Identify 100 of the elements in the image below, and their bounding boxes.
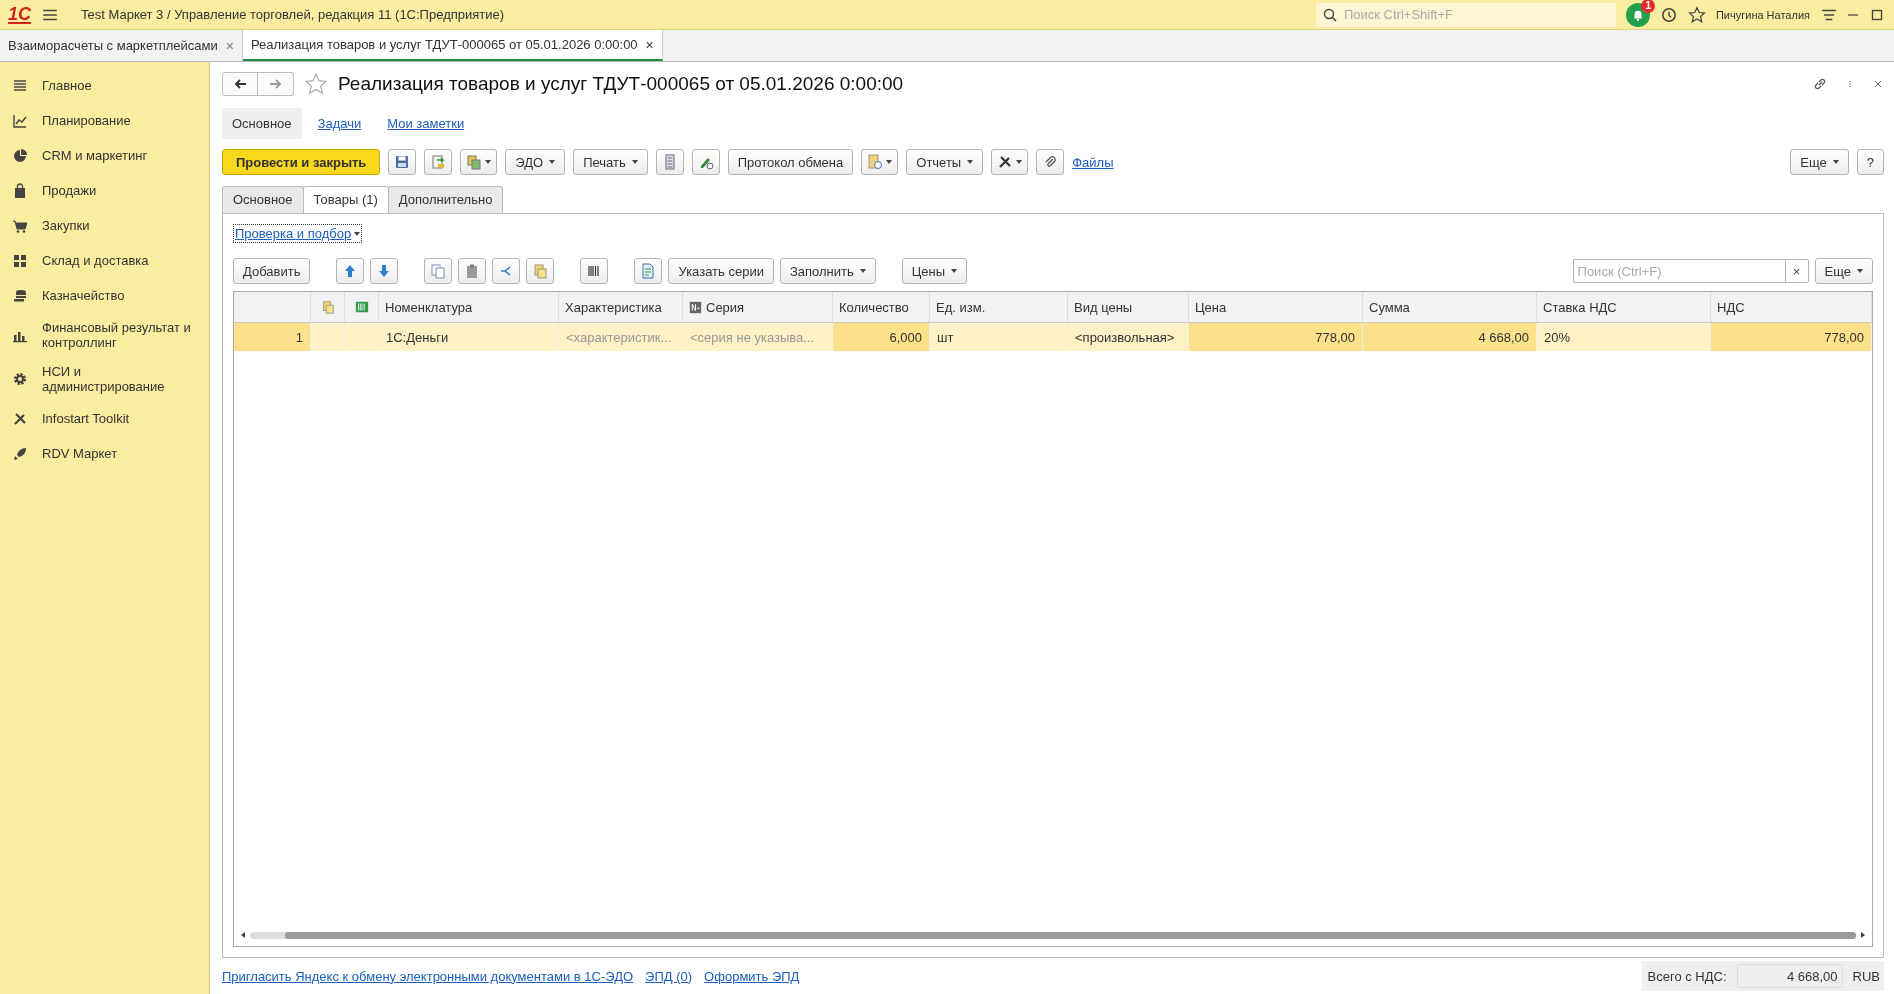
column-header[interactable]: Номенклатура xyxy=(379,292,559,323)
table-search-field[interactable]: Поиск (Ctrl+F) xyxy=(1572,259,1785,283)
section-link[interactable]: Основное xyxy=(222,107,302,139)
sidebar-item[interactable]: Закупки xyxy=(0,208,209,243)
section-link[interactable]: Мои заметки xyxy=(377,107,475,139)
toolbar-button[interactable]: Протокол обмена xyxy=(727,149,854,175)
table-cell: 778,00 xyxy=(1711,323,1872,351)
minimize-icon[interactable] xyxy=(1848,13,1858,16)
save-button[interactable] xyxy=(388,149,417,175)
column-header[interactable]: Сумма xyxy=(1363,292,1537,323)
column-header[interactable] xyxy=(311,292,345,323)
table-cell: <серия не указыва... xyxy=(683,323,833,351)
table-cell: 20% xyxy=(1537,323,1711,351)
toolbar-button[interactable]: Заполнить xyxy=(779,258,876,284)
clipboard-button[interactable] xyxy=(458,258,487,284)
column-header[interactable]: Цена xyxy=(1189,292,1363,323)
footer-link[interactable]: ЭПД (0) xyxy=(645,968,693,984)
sidebar-item[interactable]: Финансовый результат и контроллинг xyxy=(0,313,209,357)
documents-button[interactable] xyxy=(460,149,498,175)
toolbar-button[interactable]: Цены xyxy=(901,258,968,284)
toolbar-button[interactable]: Указать серии xyxy=(668,258,774,284)
sidebar-item[interactable]: Главное xyxy=(0,68,209,103)
more-button[interactable]: Еще xyxy=(1814,258,1873,284)
toolbar-button[interactable]: ЭДО xyxy=(505,149,566,175)
close-icon[interactable]: × xyxy=(645,36,654,53)
arrow-up-button[interactable] xyxy=(336,258,365,284)
page-tab[interactable]: Дополнительно xyxy=(387,186,504,213)
document-arrow-icon xyxy=(430,154,447,170)
page-tab[interactable]: Основное xyxy=(222,186,304,213)
column-header[interactable]: Серия xyxy=(683,292,833,323)
coins-icon xyxy=(12,287,28,304)
list-icon xyxy=(12,77,28,94)
column-header[interactable]: НДС xyxy=(1711,292,1872,323)
sidebar-item[interactable]: Склад и доставка xyxy=(0,243,209,278)
toolbar-button[interactable]: Отчеты xyxy=(906,149,984,175)
copy-button[interactable] xyxy=(424,258,453,284)
close-icon[interactable]: × xyxy=(225,37,234,54)
check-and-select-link[interactable]: Проверка и подбор xyxy=(233,224,363,243)
document-arrow-button[interactable] xyxy=(424,149,453,175)
toolbar-button[interactable]: Печать xyxy=(573,149,648,175)
table-cell xyxy=(311,323,345,351)
user-name[interactable]: Пичугина Наталия xyxy=(1715,8,1810,21)
window-tab[interactable]: Взаиморасчеты с маркетплейсами × xyxy=(0,30,243,61)
arrow-down-button[interactable] xyxy=(370,258,399,284)
branch-button[interactable] xyxy=(492,258,521,284)
paperclip-button[interactable] xyxy=(1036,149,1065,175)
section-link[interactable]: Задачи xyxy=(307,107,372,139)
toolbar-button[interactable]: Еще xyxy=(1790,149,1849,175)
document-clock-button[interactable] xyxy=(861,149,899,175)
sidebar-item[interactable]: НСИ и администрирование xyxy=(0,357,209,401)
bag-icon xyxy=(12,182,28,199)
sidebar-item[interactable]: Продажи xyxy=(0,173,209,208)
link-icon xyxy=(1812,76,1828,92)
pie-chart-icon xyxy=(12,147,28,164)
files-link[interactable]: Файлы xyxy=(1072,154,1114,170)
column-header[interactable]: Вид цены xyxy=(1068,292,1189,323)
sidebar-item[interactable]: RDV Маркет xyxy=(0,436,209,471)
favorite-star-icon[interactable] xyxy=(304,72,328,96)
window-tab[interactable]: Реализация товаров и услуг ТДУТ-000065 от 05.01.2026 0:00:00 × xyxy=(242,30,663,61)
pen-clock-button[interactable] xyxy=(691,149,720,175)
table-cell: 1С:Деньги xyxy=(379,323,559,351)
row-number: 1 xyxy=(234,323,311,351)
sidebar-item[interactable]: Infostart Toolkit xyxy=(0,401,209,436)
documents-icon xyxy=(320,300,335,314)
currency-label: RUB xyxy=(1852,968,1880,984)
toolbar-button[interactable]: Добавить xyxy=(233,258,311,284)
history-icon xyxy=(1659,5,1678,24)
app-logo[interactable]: 1С xyxy=(8,5,31,24)
column-header[interactable] xyxy=(345,292,379,323)
column-header[interactable]: Характеристика xyxy=(559,292,683,323)
table-cell: <произвольная> xyxy=(1068,323,1189,351)
documents-icon xyxy=(532,263,549,279)
barcode-button[interactable] xyxy=(580,258,609,284)
footer-link[interactable]: Пригласить Яндекс к обмену электронными документами в 1С-ЭДО xyxy=(222,968,634,984)
column-header[interactable]: Ед. изм. xyxy=(930,292,1068,323)
sidebar-item[interactable]: Казначейство xyxy=(0,278,209,313)
back-button[interactable] xyxy=(222,72,258,96)
table-cell: 778,00 xyxy=(1189,323,1363,351)
table-cell: <характеристик... xyxy=(559,323,683,351)
clear-button[interactable]: × xyxy=(1784,259,1809,283)
document-button[interactable] xyxy=(634,258,663,284)
tools-button[interactable] xyxy=(991,149,1029,175)
column-header[interactable]: Количество xyxy=(833,292,930,323)
barcode-icon xyxy=(354,300,369,314)
column-header[interactable]: Ставка НДС xyxy=(1537,292,1711,323)
notifications-button[interactable] xyxy=(1625,2,1650,27)
cart-icon xyxy=(12,217,28,234)
number-sign-icon xyxy=(689,300,702,314)
growth-chart-icon xyxy=(12,112,28,129)
toolbar-button[interactable]: ? xyxy=(1856,149,1884,175)
post-and-close-button[interactable]: Провести и закрыть xyxy=(222,149,381,175)
sidebar-item[interactable]: CRM и маркетинг xyxy=(0,138,209,173)
document-icon xyxy=(640,263,657,279)
footer-link[interactable]: Оформить ЭПД xyxy=(704,968,800,984)
sidebar-item[interactable]: Планирование xyxy=(0,103,209,138)
list-document-button[interactable] xyxy=(655,149,684,175)
documents-icon xyxy=(466,154,483,170)
document-clock-icon xyxy=(867,154,884,170)
documents-button[interactable] xyxy=(526,258,555,284)
save-icon xyxy=(394,154,411,170)
